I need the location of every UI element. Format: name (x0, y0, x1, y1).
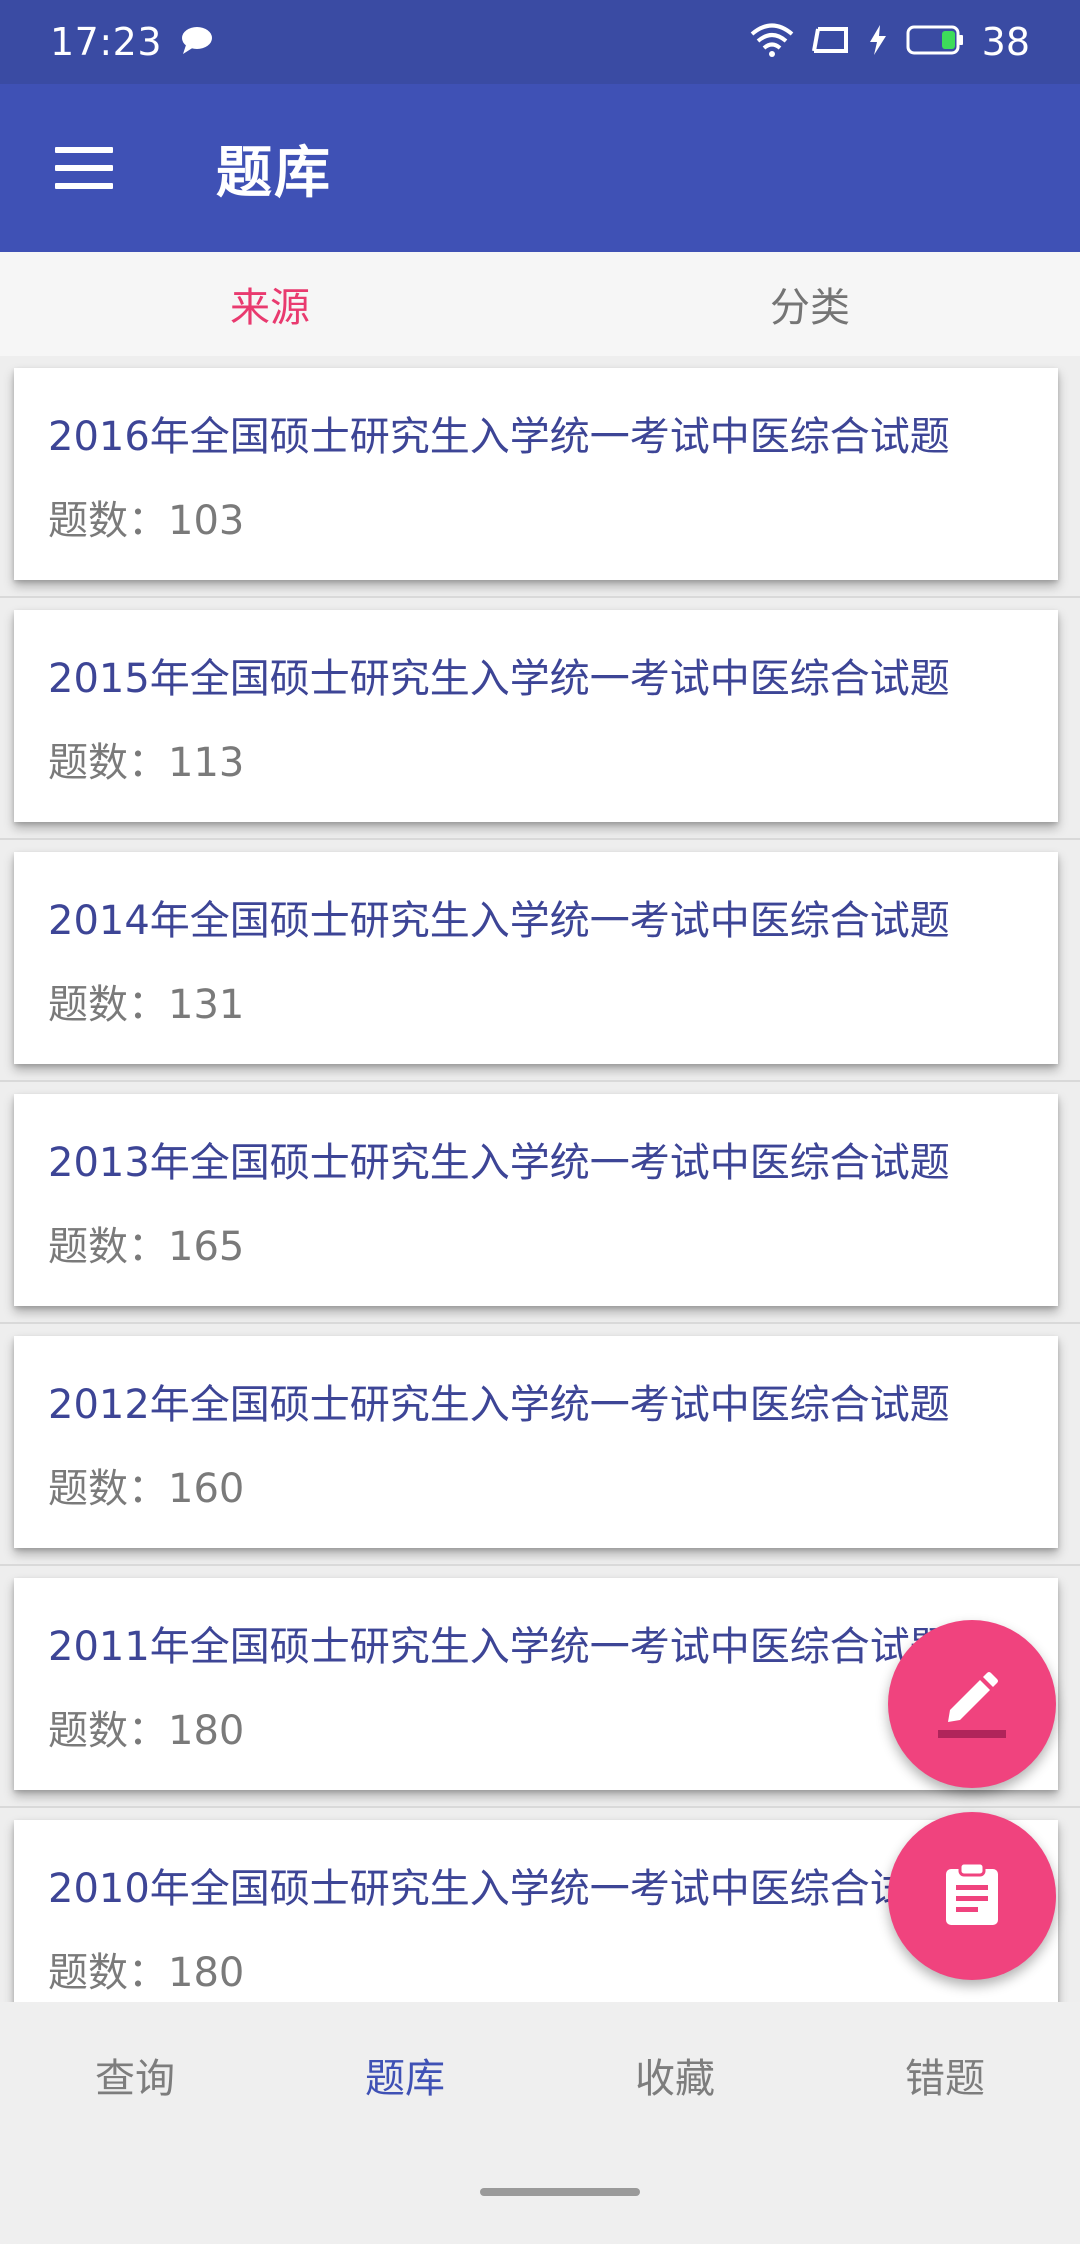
exam-title: 2010年全国硕士研究生入学统一考试中医综合试题 (48, 1866, 950, 1912)
divider (0, 1080, 1080, 1082)
edit-fab[interactable] (888, 1620, 1056, 1788)
question-count: 题数：103 (48, 498, 245, 544)
chat-bubble-icon (180, 25, 214, 59)
list-item[interactable]: 2015年全国硕士研究生入学统一考试中医综合试题 题数：113 (14, 610, 1058, 822)
divider (0, 838, 1080, 840)
status-time: 17:23 (50, 20, 163, 64)
divider (0, 1806, 1080, 1808)
question-count: 题数：180 (48, 1708, 245, 1754)
divider (0, 596, 1080, 598)
status-bar: 17:23 38 (0, 0, 1080, 84)
exam-title: 2014年全国硕士研究生入学统一考试中医综合试题 (48, 898, 950, 944)
nav-item-mistakes[interactable]: 错题 (810, 2002, 1080, 2148)
home-indicator[interactable] (480, 2188, 640, 2196)
exam-title: 2011年全国硕士研究生入学统一考试中医综合试题 (48, 1624, 950, 1670)
page-title: 题库 (216, 140, 332, 206)
list-item[interactable]: 2013年全国硕士研究生入学统一考试中医综合试题 题数：165 (14, 1094, 1058, 1306)
menu-icon (55, 147, 113, 189)
cast-icon (811, 25, 850, 59)
app-bar: 题库 (0, 84, 1080, 252)
question-count: 题数：160 (48, 1466, 245, 1512)
battery-level: 38 (981, 20, 1030, 64)
edit-icon (934, 1664, 1010, 1744)
tab-source[interactable]: 来源 (0, 252, 540, 356)
nav-item-favorites[interactable]: 收藏 (540, 2002, 810, 2148)
nav-item-question-bank[interactable]: 题库 (270, 2002, 540, 2148)
exam-title: 2016年全国硕士研究生入学统一考试中医综合试题 (48, 414, 950, 460)
exam-title: 2015年全国硕士研究生入学统一考试中医综合试题 (48, 656, 950, 702)
exam-title: 2013年全国硕士研究生入学统一考试中医综合试题 (48, 1140, 950, 1186)
question-count: 题数：131 (48, 982, 245, 1028)
question-count: 题数：113 (48, 740, 245, 786)
tab-bar: 来源 分类 (0, 252, 1080, 356)
nav-item-search[interactable]: 查询 (0, 2002, 270, 2148)
exam-title: 2012年全国硕士研究生入学统一考试中医综合试题 (48, 1382, 950, 1428)
tab-category[interactable]: 分类 (540, 252, 1080, 356)
question-count: 题数：180 (48, 1950, 245, 1996)
screen: 17:23 38 题库 来源 分类 2016年全国硕士研究生入学统一考试中医综合… (0, 0, 1080, 2244)
status-left: 17:23 (50, 20, 214, 64)
bottom-nav-items: 查询 题库 收藏 错题 (0, 2002, 1080, 2148)
question-count: 题数：165 (48, 1224, 245, 1270)
divider (0, 1322, 1080, 1324)
list-item[interactable]: 2016年全国硕士研究生入学统一考试中医综合试题 题数：103 (14, 368, 1058, 580)
battery-icon (906, 25, 964, 59)
list-item[interactable]: 2014年全国硕士研究生入学统一考试中医综合试题 题数：131 (14, 852, 1058, 1064)
menu-button[interactable] (0, 84, 168, 252)
clipboard-icon (942, 1861, 1002, 1931)
wifi-icon (750, 23, 794, 61)
clipboard-fab[interactable] (888, 1812, 1056, 1980)
bottom-nav: 查询 题库 收藏 错题 (0, 2002, 1080, 2244)
status-right: 38 (750, 20, 1030, 64)
charging-icon (868, 25, 888, 59)
divider (0, 1564, 1080, 1566)
list-item[interactable]: 2012年全国硕士研究生入学统一考试中医综合试题 题数：160 (14, 1336, 1058, 1548)
